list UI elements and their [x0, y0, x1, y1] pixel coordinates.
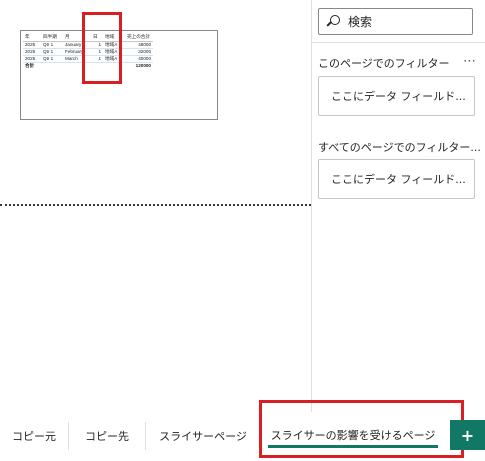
cell: 2025 — [23, 55, 41, 63]
cell: 32000 — [125, 48, 153, 56]
report-canvas[interactable]: 年 四半期 月 日 地域 売上の合計 2025 Qtr 1 January 1 … — [0, 0, 311, 412]
column-header-year[interactable]: 年 — [23, 34, 41, 42]
filter-pane: このページでのフィルター ⋯ ここにデータ フィールド... すべてのページでの… — [311, 0, 485, 412]
all-pages-filters-drop-well[interactable]: ここにデータ フィールド... — [318, 159, 475, 199]
page-boundary-line — [0, 204, 311, 206]
search-input[interactable] — [348, 14, 458, 29]
cell: 40000 — [125, 55, 153, 63]
cell: 合計 — [25, 62, 35, 68]
all-pages-filters-title: すべてのページでのフィルター... — [318, 141, 480, 154]
tab-separator — [68, 422, 69, 450]
tab-separator — [145, 422, 146, 450]
cell: 48000 — [125, 41, 153, 49]
tab-slicer-page[interactable]: スライサーページ — [155, 424, 251, 448]
cell: 2025 — [23, 48, 41, 56]
column-header-sales-total[interactable]: 売上の合計 — [125, 34, 153, 42]
cell: Qtr 1 — [41, 48, 63, 56]
page-filters-title: このページでのフィルター — [318, 57, 450, 70]
more-options-icon[interactable]: ⋯ — [463, 54, 477, 69]
plus-icon: + — [460, 425, 475, 445]
search-icon — [326, 14, 340, 29]
cell: Qtr 1 — [41, 55, 63, 63]
highlight-box-day-column — [82, 12, 122, 84]
page-filters-drop-well[interactable]: ここにデータ フィールド... — [318, 76, 475, 116]
tab-copy-source[interactable]: コピー元 — [6, 424, 62, 448]
search-box[interactable] — [318, 8, 473, 35]
tab-copy-destination[interactable]: コピー先 — [78, 424, 136, 448]
add-page-button[interactable]: + — [450, 420, 485, 450]
cell: 120000 — [135, 63, 151, 68]
cell — [41, 62, 63, 69]
divider — [312, 42, 485, 43]
column-header-quarter[interactable]: 四半期 — [41, 34, 63, 42]
highlight-box-active-tab — [259, 400, 464, 458]
cell: Qtr 1 — [41, 41, 63, 49]
cell: 2025 — [23, 41, 41, 49]
